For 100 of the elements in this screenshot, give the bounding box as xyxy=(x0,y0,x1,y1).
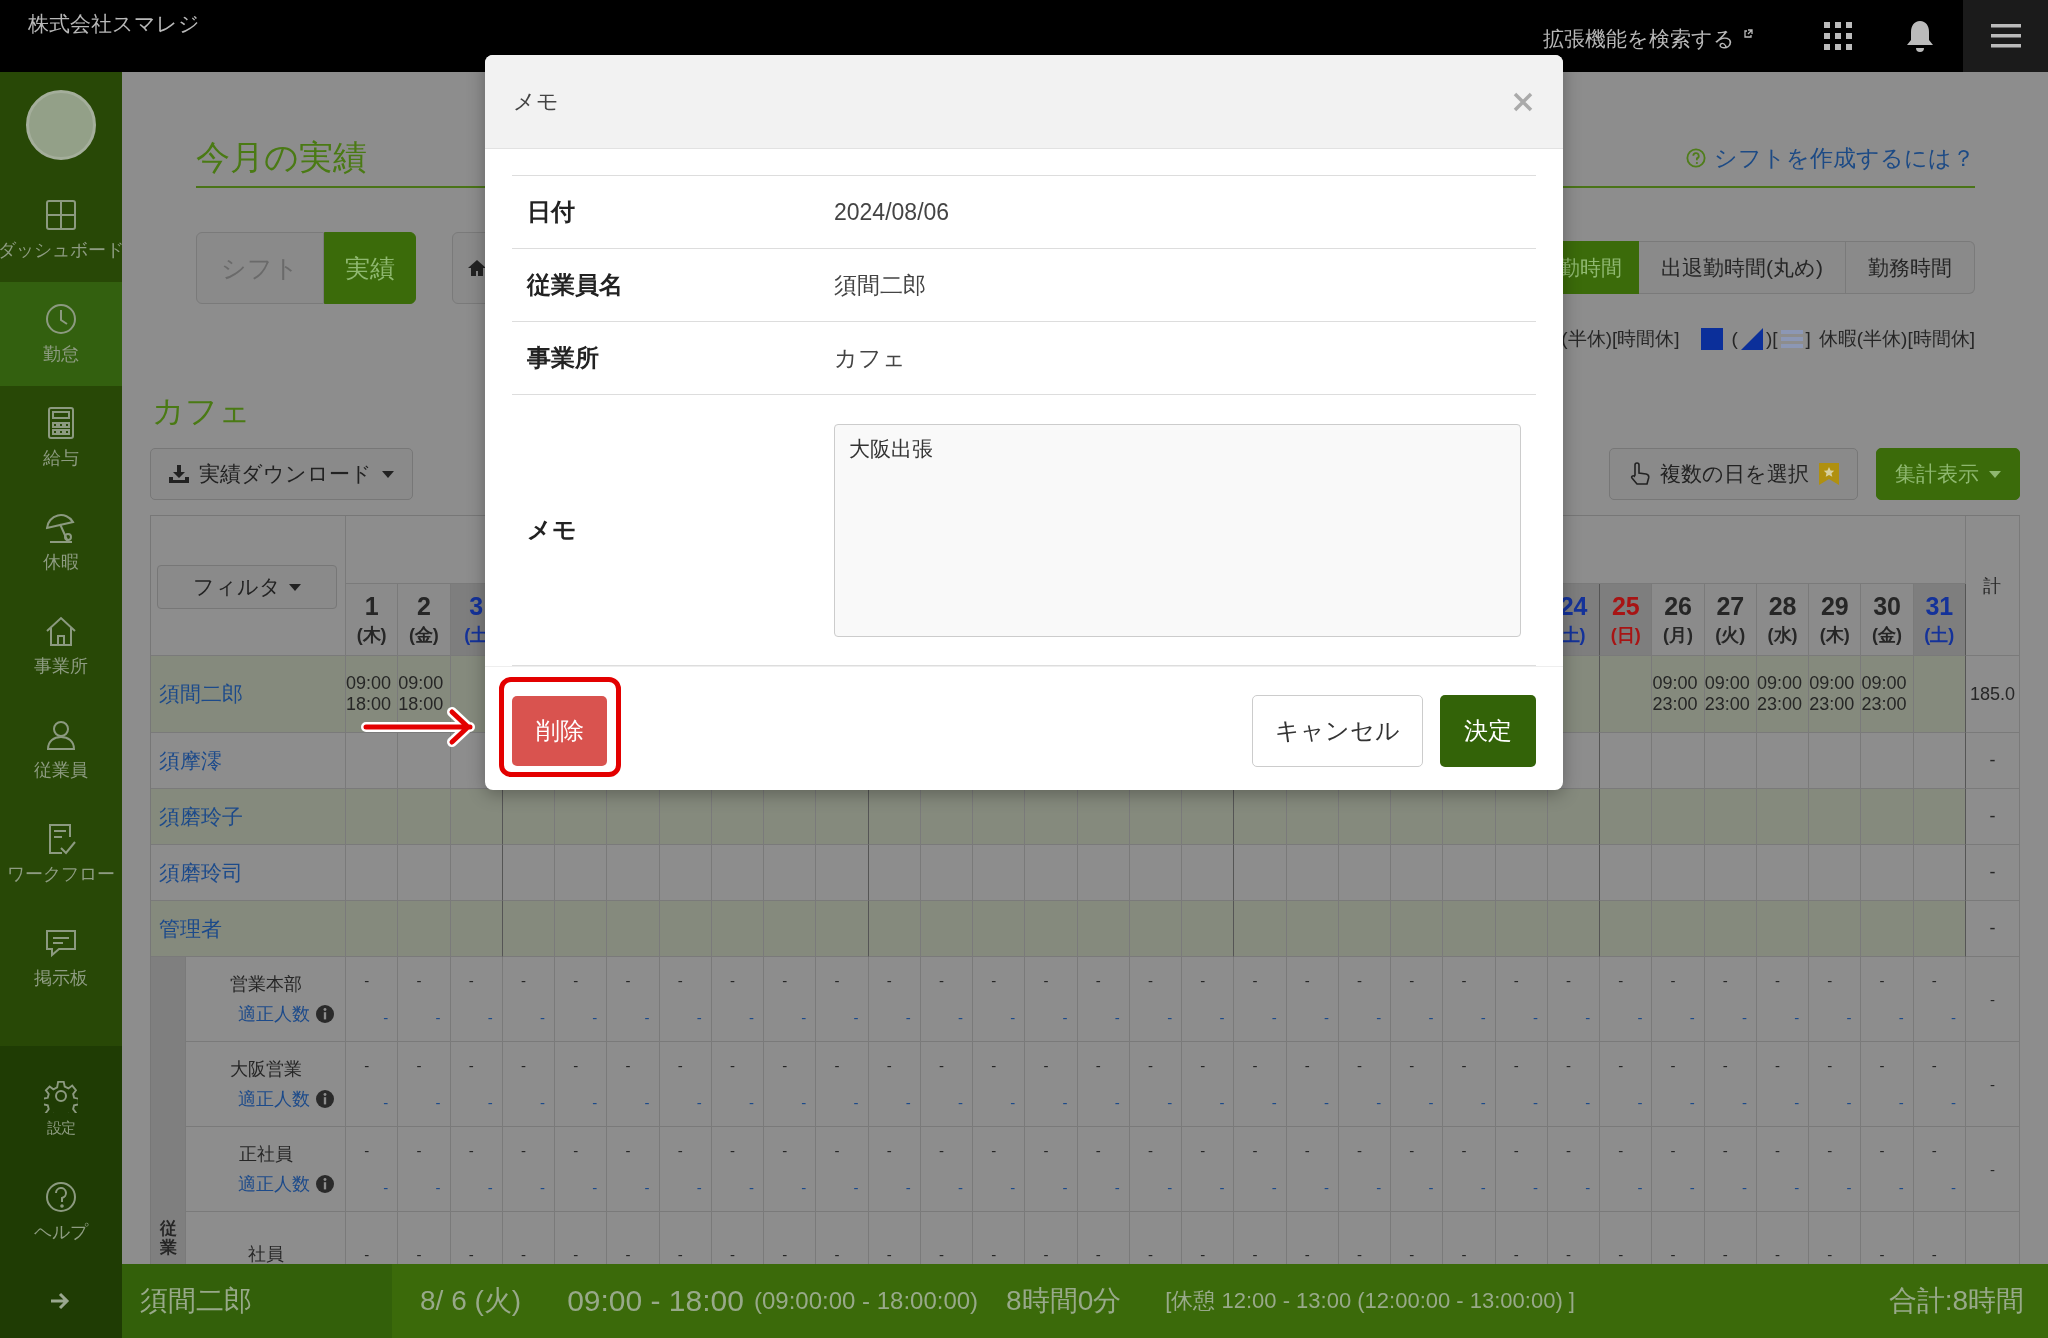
sidebar-item[interactable]: 掲示板 xyxy=(0,906,122,1010)
cancel-button[interactable]: キャンセル xyxy=(1252,694,1423,767)
arrow-right-icon[interactable] xyxy=(51,1292,71,1310)
shift-time: 23:00 xyxy=(1809,694,1856,715)
employee-name[interactable]: 管理者 xyxy=(159,914,222,943)
employee-name[interactable]: 須磨玲司 xyxy=(159,858,243,887)
table-cell[interactable] xyxy=(1182,789,1235,845)
cell-value: - xyxy=(468,1142,474,1159)
time-tab[interactable]: 出退勤時間(丸め) xyxy=(1639,241,1846,294)
table-cell[interactable]: 09:00 23:00 xyxy=(1861,656,1914,733)
table-cell[interactable] xyxy=(1234,901,1287,957)
table-cell[interactable] xyxy=(1391,789,1444,845)
table-cell[interactable] xyxy=(1600,901,1653,957)
cell-value: - xyxy=(958,1094,964,1111)
sidebar-item[interactable]: 勤怠 xyxy=(0,282,122,386)
memo-field[interactable]: 大阪出張 xyxy=(834,423,1521,637)
table-cell[interactable] xyxy=(764,789,817,845)
multi-select-button[interactable]: 複数の日を選択 xyxy=(1609,448,1858,500)
cell-value: - xyxy=(1428,1094,1434,1111)
employee-name[interactable]: 須間二郎 xyxy=(159,680,243,708)
download-button[interactable]: 実績ダウンロード xyxy=(150,448,413,500)
cell-value: - xyxy=(468,1057,474,1074)
table-cell[interactable] xyxy=(1182,901,1235,957)
table-cell[interactable] xyxy=(1286,789,1339,845)
table-cell[interactable] xyxy=(1443,789,1496,845)
filter-button[interactable]: フィルタ xyxy=(157,565,337,609)
cell-value: - xyxy=(1043,1142,1049,1159)
time-tab[interactable]: 勤務時間 xyxy=(1846,241,1975,294)
table-cell[interactable] xyxy=(1338,789,1392,845)
table-cell[interactable] xyxy=(1547,789,1601,845)
employee-name[interactable]: 須磨玲子 xyxy=(159,802,243,831)
sidebar-item[interactable]: 設定 xyxy=(0,1056,122,1160)
cell-value: - xyxy=(644,1179,650,1196)
delete-button[interactable]: 削除 xyxy=(512,695,607,766)
table-cell[interactable] xyxy=(920,789,974,845)
employee-name[interactable]: 須摩澪 xyxy=(159,746,222,775)
weekday-label: (金) xyxy=(1872,624,1903,647)
sidebar-item[interactable]: 休暇 xyxy=(0,490,122,594)
table-cell[interactable] xyxy=(502,789,556,845)
sidebar-item[interactable]: 給与 xyxy=(0,386,122,490)
table-cell[interactable]: 09:00 23:00 xyxy=(1756,656,1810,733)
sidebar-item[interactable]: ヘルプ xyxy=(0,1160,122,1264)
table-cell[interactable] xyxy=(1234,789,1287,845)
table-cell[interactable] xyxy=(1913,901,1966,957)
table-cell[interactable]: 09:00 23:00 xyxy=(1704,656,1757,733)
table-cell[interactable] xyxy=(1913,789,1966,845)
table-cell[interactable] xyxy=(555,789,608,845)
table-cell[interactable] xyxy=(711,789,765,845)
table-cell[interactable] xyxy=(659,789,712,845)
notification-bell-icon[interactable] xyxy=(1905,19,1935,53)
help-link[interactable]: シフトを作成するには？ xyxy=(1686,142,1975,174)
confirm-button[interactable]: 決定 xyxy=(1440,694,1536,767)
table-cell[interactable] xyxy=(1600,789,1653,845)
sidebar-item[interactable]: ワークフロー xyxy=(0,802,122,906)
required-staff-label[interactable]: 適正人数 xyxy=(237,1087,310,1111)
menu-button[interactable] xyxy=(1963,0,2048,72)
table-cell[interactable] xyxy=(1913,656,1966,733)
mode-tab[interactable]: 実績 xyxy=(324,232,416,304)
cell-value: - xyxy=(592,1009,598,1026)
table-cell[interactable]: 09:00 18:00 xyxy=(346,656,399,733)
cell-value: - xyxy=(1689,1009,1695,1026)
table-cell[interactable] xyxy=(502,901,556,957)
table-cell[interactable]: 09:00 23:00 xyxy=(1809,656,1862,733)
cell-value: - xyxy=(540,1179,546,1196)
cell-value: - xyxy=(1095,1245,1101,1263)
table-cell[interactable] xyxy=(1547,901,1601,957)
person-icon xyxy=(44,718,78,752)
table-cell[interactable] xyxy=(1495,789,1548,845)
table-cell[interactable] xyxy=(1600,656,1653,733)
table-cell[interactable] xyxy=(450,789,503,845)
sidebar-item[interactable]: ダッシュボード xyxy=(0,178,122,282)
table-cell[interactable] xyxy=(1025,789,1078,845)
table-cell[interactable] xyxy=(1077,789,1130,845)
table-cell[interactable] xyxy=(973,789,1026,845)
extension-search-link[interactable]: 拡張機能を検索する xyxy=(1543,25,1753,53)
required-staff-label[interactable]: 適正人数 xyxy=(237,1002,310,1026)
table-cell[interactable] xyxy=(816,789,869,845)
summary-button[interactable]: 集計表示 xyxy=(1876,448,2020,500)
info-icon[interactable] xyxy=(315,1005,334,1023)
cell-value: - xyxy=(1722,1245,1728,1263)
table-cell[interactable] xyxy=(607,789,660,845)
close-icon[interactable] xyxy=(1513,91,1533,112)
sidebar-item[interactable]: 事業所 xyxy=(0,594,122,698)
table-cell[interactable]: 09:00 23:00 xyxy=(1652,656,1705,733)
apps-grid-icon[interactable] xyxy=(1823,21,1853,51)
cell-value: - xyxy=(435,1179,441,1196)
info-icon[interactable] xyxy=(315,1175,334,1193)
sidebar-item[interactable]: 従業員 xyxy=(0,698,122,802)
info-icon[interactable] xyxy=(315,1090,334,1108)
table-cell[interactable] xyxy=(816,901,869,957)
cell-value: - xyxy=(1304,1142,1310,1159)
cell-value: - xyxy=(1271,1179,1277,1196)
cell-value: - xyxy=(782,972,788,989)
table-cell[interactable] xyxy=(1129,789,1183,845)
table-cell[interactable] xyxy=(868,901,921,957)
table-cell[interactable] xyxy=(450,901,503,957)
cell-value: - xyxy=(1200,1245,1206,1263)
cell-value: - xyxy=(1148,1057,1153,1074)
required-staff-label[interactable]: 適正人数 xyxy=(237,1172,310,1196)
table-cell[interactable] xyxy=(868,789,921,845)
